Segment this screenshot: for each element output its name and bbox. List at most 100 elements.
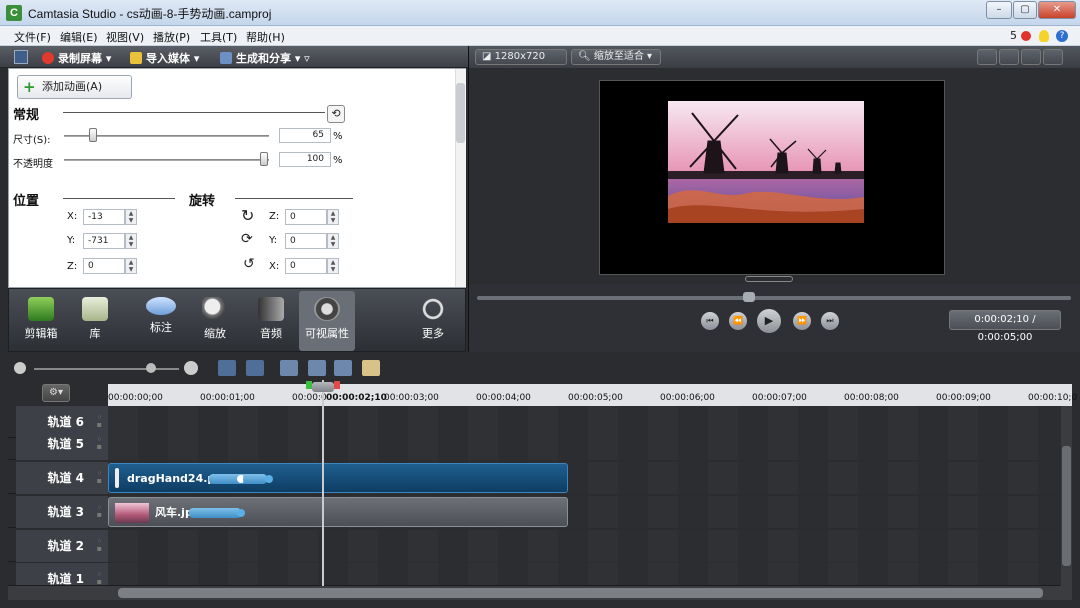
animation-point[interactable]	[237, 509, 245, 517]
selection-end-marker[interactable]	[334, 381, 340, 389]
tab-callouts[interactable]: 标注	[133, 291, 189, 351]
record-screen-button[interactable]: 录制屏幕 ▾	[42, 50, 111, 66]
stepper-arrows[interactable]: ▲ ▼	[327, 233, 339, 249]
opacity-slider-thumb[interactable]	[260, 152, 268, 166]
properties-scroll-thumb[interactable]	[456, 83, 465, 143]
windmill-image[interactable]	[668, 101, 864, 223]
playhead-handle[interactable]	[312, 382, 334, 392]
pan-icon[interactable]	[999, 49, 1019, 65]
settings-gear-icon[interactable]: ⚙▾	[42, 384, 70, 402]
redo-icon[interactable]	[246, 360, 264, 376]
rot-y-value[interactable]: 0	[285, 233, 327, 249]
zoom-out-icon[interactable]	[14, 362, 26, 374]
track-header[interactable]: 轨道 2 ◦ ▪	[16, 530, 108, 562]
play-icon[interactable]: ▶	[757, 309, 781, 333]
import-media-button[interactable]: 导入媒体 ▾	[130, 50, 199, 66]
copy-icon[interactable]	[334, 360, 352, 376]
fullscreen-icon[interactable]	[1021, 49, 1041, 65]
lock-icon[interactable]: ◦ ▪	[94, 470, 102, 485]
selection-start-marker[interactable]	[306, 381, 312, 389]
tab-library[interactable]: 库	[67, 291, 123, 351]
save-icon[interactable]	[14, 50, 28, 64]
zoom-fit-dropdown[interactable]: 🔍︎ 缩放至适合 ▾	[571, 49, 661, 65]
lock-icon[interactable]: ◦ ▪	[94, 436, 102, 451]
track-header[interactable]: 轨道 4 ◦ ▪	[16, 462, 108, 494]
ruler-strip[interactable]: 00:00:00;00 00:00:01;00 00:00:0 00:00:02…	[108, 384, 1077, 406]
rot-y-stepper[interactable]: 0 ▲ ▼	[285, 233, 415, 249]
animation-arrow[interactable]	[243, 474, 265, 484]
track-header[interactable]: 轨道 3 ◦ ▪	[16, 496, 108, 528]
lock-icon[interactable]: ◦ ▪	[94, 538, 102, 553]
pos-x-stepper[interactable]: -13 ▲ ▼	[83, 209, 213, 225]
track-area[interactable]: 风车.jpg	[108, 496, 1060, 528]
timeline-vertical-thumb[interactable]	[1062, 446, 1071, 566]
pos-z-value[interactable]: 0	[83, 258, 125, 274]
preview-canvas[interactable]	[599, 80, 945, 275]
rot-z-stepper[interactable]: 0 ▲ ▼	[285, 209, 415, 225]
menu-edit[interactable]: 编辑(E)	[60, 29, 98, 45]
playback-slider[interactable]	[477, 296, 1071, 300]
paste-icon[interactable]	[362, 360, 380, 376]
notification-count[interactable]: 5	[1010, 29, 1017, 42]
tab-clip-bin[interactable]: 剪辑箱	[13, 291, 69, 351]
fast-forward-icon[interactable]: ⏩	[793, 312, 811, 330]
track-header[interactable]: 轨道 1 ◦ ▪	[16, 563, 108, 586]
clip-windmill[interactable]: 风车.jpg	[108, 497, 568, 527]
stepper-arrows[interactable]: ▲ ▼	[125, 209, 137, 225]
clip-draghand[interactable]: dragHand24.png	[108, 463, 568, 493]
animation-point[interactable]	[265, 475, 273, 483]
skip-forward-icon[interactable]: ⏭	[821, 312, 839, 330]
resolution-button[interactable]: ◪ 1280x720	[475, 49, 567, 65]
lock-icon[interactable]: ◦ ▪	[94, 571, 102, 586]
tab-zoom[interactable]: 缩放	[187, 291, 243, 351]
undo-icon[interactable]	[218, 360, 236, 376]
menu-play[interactable]: 播放(P)	[153, 29, 190, 45]
lock-icon[interactable]: ◦ ▪	[94, 504, 102, 519]
size-slider-thumb[interactable]	[89, 128, 97, 142]
playback-thumb[interactable]	[743, 292, 755, 302]
stepper-arrows[interactable]: ▲ ▼	[327, 209, 339, 225]
lightbulb-icon[interactable]	[1039, 30, 1049, 42]
reset-icon[interactable]: ⟲	[327, 105, 345, 123]
timeline-zoom-thumb[interactable]	[146, 363, 156, 373]
rot-x-value[interactable]: 0	[285, 258, 327, 274]
minimize-button[interactable]: –	[986, 1, 1012, 19]
produce-share-button[interactable]: 生成和分享 ▾ ▿	[220, 50, 310, 66]
tab-visual-properties[interactable]: 可视属性	[299, 291, 355, 351]
pos-x-value[interactable]: -13	[83, 209, 125, 225]
split-icon[interactable]	[308, 360, 326, 376]
stepper-arrows[interactable]: ▲ ▼	[125, 258, 137, 274]
menu-view[interactable]: 视图(V)	[106, 29, 144, 45]
animation-arrow[interactable]	[189, 508, 241, 518]
add-animation-button[interactable]: + 添加动画(A)	[17, 75, 132, 99]
menu-tools[interactable]: 工具(T)	[200, 29, 237, 45]
detach-icon[interactable]	[1043, 49, 1063, 65]
track-area[interactable]	[108, 428, 1060, 460]
pos-y-stepper[interactable]: -731 ▲ ▼	[83, 233, 213, 249]
rewind-icon[interactable]: ⏪	[729, 312, 747, 330]
rot-z-value[interactable]: 0	[285, 209, 327, 225]
maximize-button[interactable]: ▢	[1013, 1, 1037, 19]
track-area[interactable]	[108, 563, 1060, 585]
menu-file[interactable]: 文件(F)	[14, 29, 51, 45]
pos-y-value[interactable]: -731	[83, 233, 125, 249]
menu-help[interactable]: 帮助(H)	[246, 29, 285, 45]
help-icon[interactable]: ?	[1056, 30, 1068, 42]
opacity-slider[interactable]	[64, 159, 269, 161]
size-field[interactable]: 65	[279, 128, 331, 143]
timeline-horizontal-thumb[interactable]	[118, 588, 1043, 598]
timeline-zoom-slider[interactable]	[34, 368, 179, 370]
stepper-arrows[interactable]: ▲ ▼	[327, 258, 339, 274]
track-area[interactable]	[108, 530, 1060, 562]
pos-z-stepper[interactable]: 0 ▲ ▼	[83, 258, 213, 274]
cut-icon[interactable]	[280, 360, 298, 376]
rot-x-stepper[interactable]: 0 ▲ ▼	[285, 258, 415, 274]
track-header[interactable]: 轨道 5 ◦ ▪	[16, 428, 108, 460]
stepper-arrows[interactable]: ▲ ▼	[125, 233, 137, 249]
tab-more[interactable]: 更多	[405, 291, 461, 351]
crop-icon[interactable]	[977, 49, 997, 65]
close-button[interactable]: ✕	[1038, 1, 1076, 19]
opacity-field[interactable]: 100	[279, 152, 331, 167]
alert-icon[interactable]	[1021, 31, 1031, 41]
track-area[interactable]: dragHand24.png	[108, 462, 1060, 494]
